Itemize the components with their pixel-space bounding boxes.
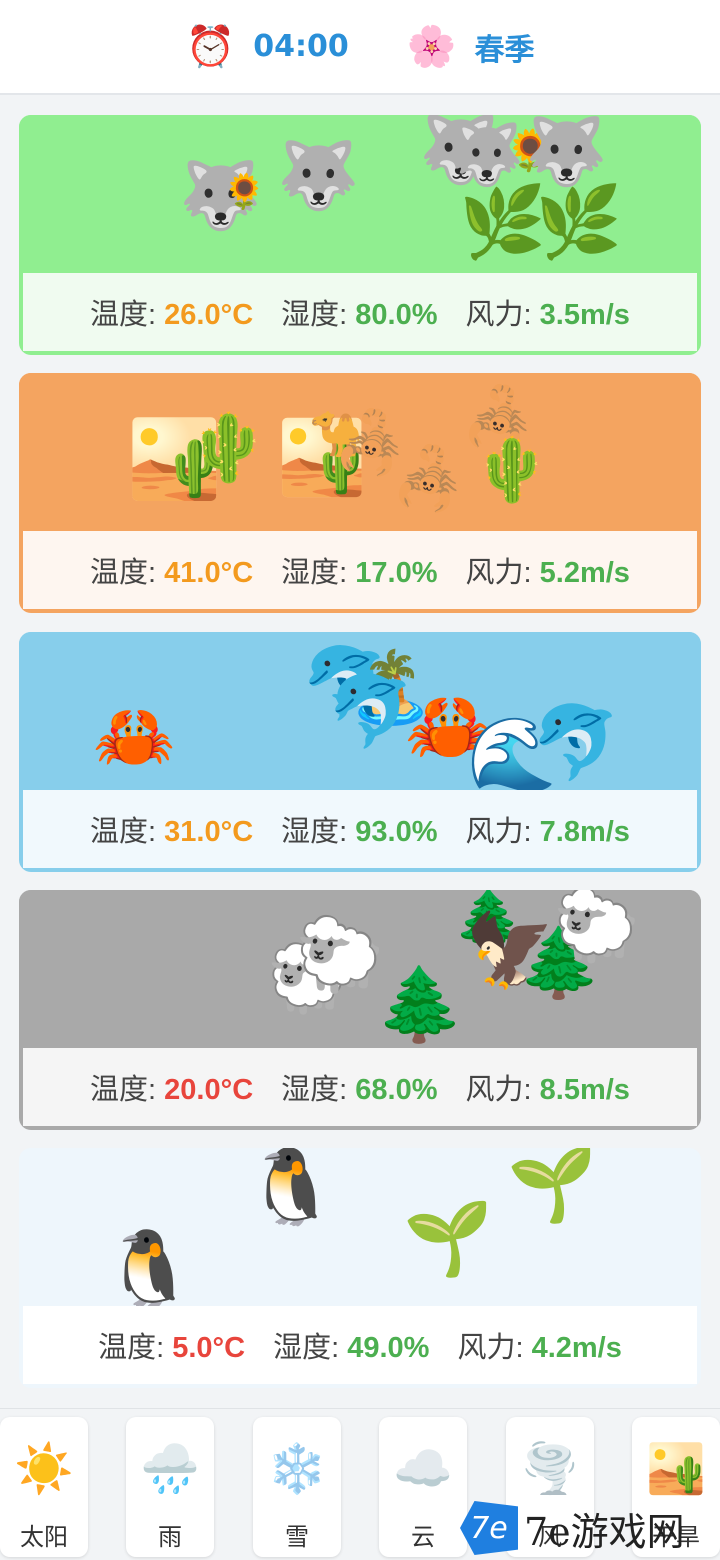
wind-stat: 风力: 7.8m/s [465, 816, 630, 848]
humidity-stat: 湿度: 68.0% [281, 1074, 438, 1106]
wind-value: 5.2m/s [539, 557, 630, 589]
weather-button-snow[interactable]: ❄️ 雪 [253, 1417, 341, 1557]
biome-scene[interactable]: 🐺 🌻 🐺 🐺 🐺 🌻 🐺 🌿 🌿 [19, 115, 701, 273]
evergreen-tree-icon: 🌲 [375, 962, 465, 1046]
biome-stats: 温度: 20.0°C 湿度: 68.0% 风力: 8.5m/s [23, 1048, 697, 1126]
crab-icon: 🦀 [93, 698, 176, 775]
biome-card-forest[interactable]: 🐑 🐑 🌲 🌲 🦅 🌲 🐑 温度: 20.0°C 湿度: 68.0% 风力: 8… [19, 890, 701, 1130]
weather-button-rain[interactable]: 🌧️ 雨 [126, 1417, 214, 1557]
temperature-value: 20.0°C [164, 1074, 254, 1106]
weather-button-label: 云 [411, 1523, 435, 1551]
wind-stat: 风力: 5.2m/s [465, 557, 630, 589]
humidity-value: 80.0% [355, 299, 438, 331]
site-watermark: 7e 7e游戏网 [460, 1498, 685, 1558]
temperature-stat: 温度: 41.0°C [90, 557, 254, 589]
watermark-text: 7e游戏网 [524, 1509, 685, 1554]
temperature-value: 5.0°C [172, 1332, 246, 1364]
weather-button-label: 雨 [158, 1523, 182, 1551]
wind-stat: 风力: 8.5m/s [465, 1074, 630, 1106]
time-display: ⏰ 04:00 [185, 27, 348, 67]
biome-scene[interactable]: 🐧 🐧 🌱 🌱 [19, 1148, 701, 1306]
temperature-stat: 温度: 5.0°C [98, 1332, 246, 1364]
penguin-icon: 🐧 [103, 1226, 196, 1312]
humidity-value: 68.0% [355, 1074, 438, 1106]
weather-button-cloud[interactable]: ☁️ 云 [379, 1417, 467, 1557]
seedling-icon: 🌱 [507, 1148, 597, 1226]
humidity-value: 93.0% [355, 816, 438, 848]
seedling-icon: 🌱 [403, 1196, 493, 1280]
season-display: 🌸 春季 [407, 25, 535, 69]
temperature-value: 26.0°C [164, 299, 254, 331]
biome-stats: 温度: 31.0°C 湿度: 93.0% 风力: 7.8m/s [23, 790, 697, 868]
humidity-stat: 湿度: 17.0% [281, 557, 438, 589]
biome-stats: 温度: 26.0°C 湿度: 80.0% 风力: 3.5m/s [23, 273, 697, 351]
sheep-icon: 🐑 [295, 912, 385, 996]
cherry-blossom-icon: 🌸 [406, 23, 457, 70]
biome-stats: 温度: 5.0°C 湿度: 49.0% 风力: 4.2m/s [23, 1306, 697, 1384]
humidity-stat: 湿度: 93.0% [281, 816, 438, 848]
status-header: ⏰ 04:00 🌸 春季 [0, 0, 720, 95]
humidity-stat: 湿度: 80.0% [281, 299, 438, 331]
biome-stats: 温度: 41.0°C 湿度: 17.0% 风力: 5.2m/s [23, 531, 697, 609]
biome-card-grassland[interactable]: 🐺 🌻 🐺 🐺 🐺 🌻 🐺 🌿 🌿 温度: 26.0°C 湿度: 80.0% 风… [19, 115, 701, 355]
time-value: 04:00 [253, 29, 349, 64]
wind-value: 7.8m/s [539, 816, 630, 848]
temperature-stat: 温度: 31.0°C [90, 816, 254, 848]
tornado-icon: 🌪️ [520, 1441, 580, 1497]
cactus-icon: 🌵 [473, 433, 551, 506]
herb-icon: 🌿 [459, 181, 547, 263]
penguin-icon: 🐧 [245, 1148, 338, 1230]
humidity-value: 17.0% [355, 557, 438, 589]
wolf-icon: 🐺 [277, 137, 360, 214]
sheep-icon: 🐑 [553, 890, 641, 966]
temperature-stat: 温度: 26.0°C [90, 299, 254, 331]
biome-scene[interactable]: 🦀 🐬 🏝️ 🐬 🦀 🌊 🐬 [19, 632, 701, 790]
wind-value: 8.5m/s [539, 1074, 630, 1106]
wolf-icon: 🐺 [525, 115, 608, 190]
rain-cloud-icon: 🌧️ [140, 1441, 200, 1497]
temperature-stat: 温度: 20.0°C [90, 1074, 254, 1106]
scorpion-icon: 🦂 [391, 444, 466, 514]
sun-icon: ☀️ [14, 1441, 74, 1497]
desert-icon: 🏜️ [646, 1441, 706, 1497]
wind-stat: 风力: 4.2m/s [457, 1332, 622, 1364]
biome-card-tundra[interactable]: 🐧 🐧 🌱 🌱 温度: 5.0°C 湿度: 49.0% 风力: 4.2m/s [19, 1148, 701, 1388]
season-value: 春季 [474, 32, 535, 68]
cloud-icon: ☁️ [393, 1441, 453, 1497]
humidity-stat: 湿度: 49.0% [273, 1332, 430, 1364]
dolphin-icon: 🐬 [531, 700, 621, 784]
dolphin-icon: 🐬 [327, 670, 415, 752]
wind-value: 3.5m/s [539, 299, 630, 331]
cactus-icon: 🌵 [187, 409, 270, 486]
temperature-value: 31.0°C [164, 816, 254, 848]
biome-card-desert[interactable]: 🏜️ 🌵 🏜️ 🐪 🦂 🦂 🦂 🌵 温度: 41.0°C 湿度: 17.0% 风… [19, 373, 701, 613]
temperature-value: 41.0°C [164, 557, 254, 589]
wind-stat: 风力: 3.5m/s [465, 299, 630, 331]
alarm-clock-icon: ⏰ [185, 23, 236, 70]
biome-card-ocean[interactable]: 🦀 🐬 🏝️ 🐬 🦀 🌊 🐬 温度: 31.0°C 湿度: 93.0% 风力: … [19, 632, 701, 872]
sunflower-icon: 🌻 [223, 172, 266, 212]
snowflake-icon: ❄️ [267, 1441, 327, 1497]
weather-button-label: 太阳 [20, 1523, 68, 1551]
wind-value: 4.2m/s [531, 1332, 622, 1364]
herb-icon: 🌿 [535, 181, 623, 263]
weather-button-sun[interactable]: ☀️ 太阳 [0, 1417, 88, 1557]
humidity-value: 49.0% [347, 1332, 430, 1364]
weather-button-label: 雪 [285, 1523, 309, 1551]
watermark-logo: 7e [460, 1501, 518, 1555]
biome-scene[interactable]: 🏜️ 🌵 🏜️ 🐪 🦂 🦂 🦂 🌵 [19, 373, 701, 531]
biome-scene[interactable]: 🐑 🐑 🌲 🌲 🦅 🌲 🐑 [19, 890, 701, 1048]
